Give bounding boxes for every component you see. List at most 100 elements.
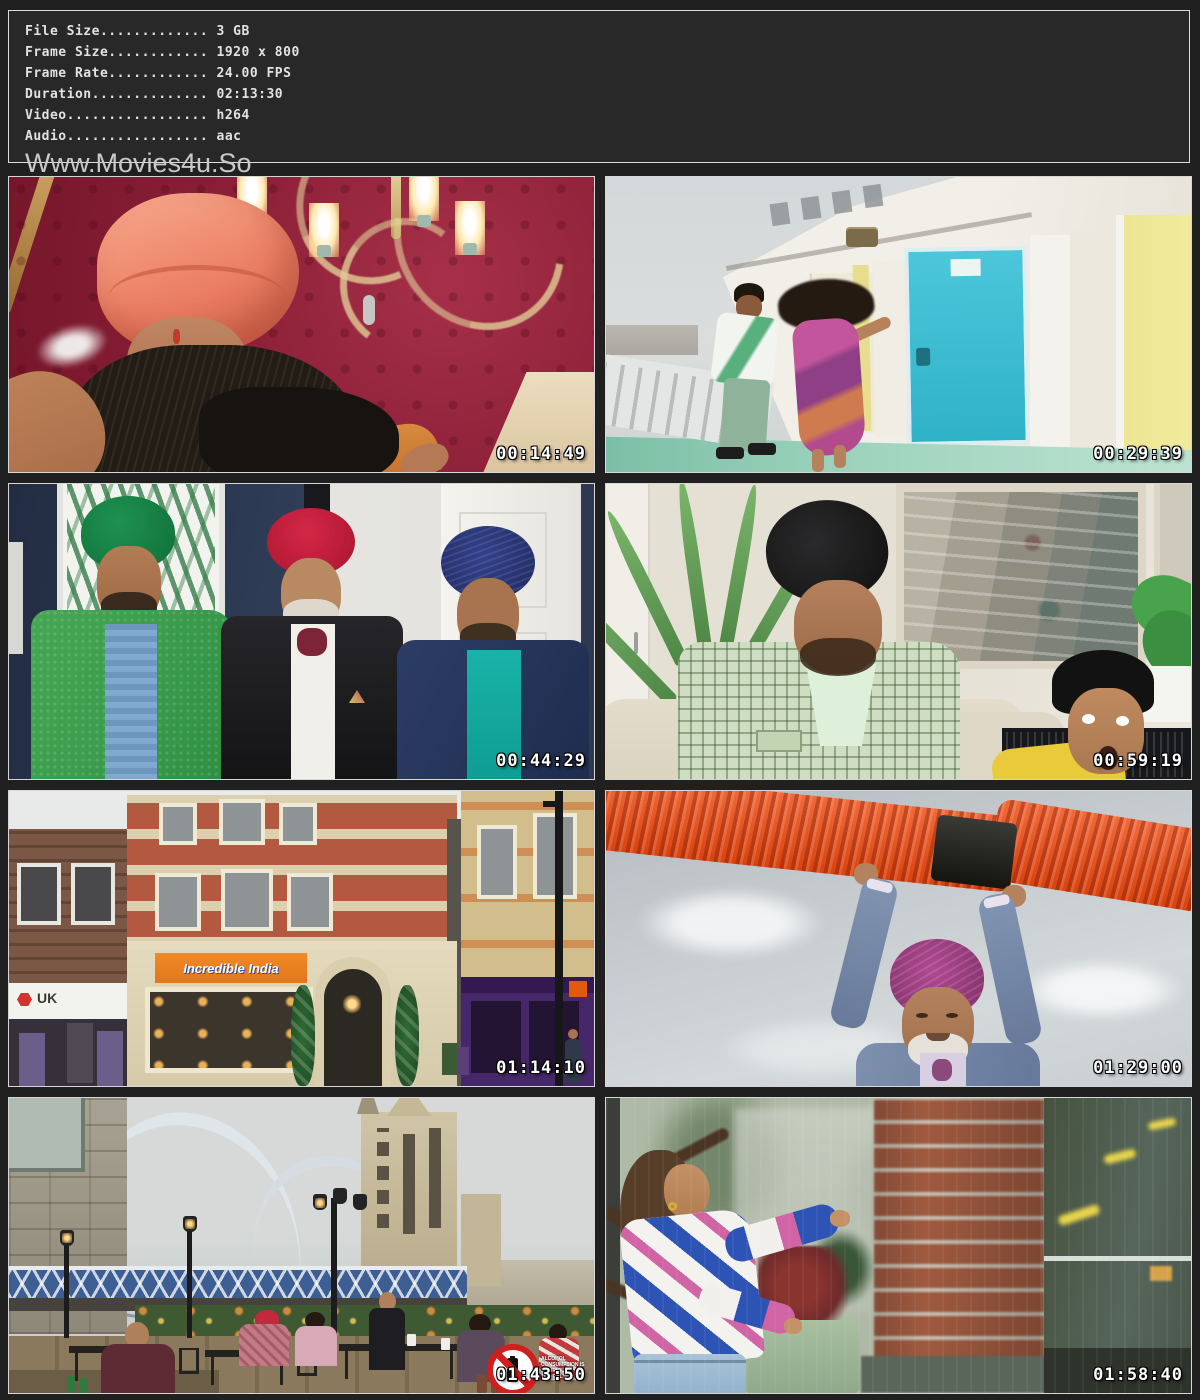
purple-bin-shape (457, 1047, 469, 1075)
shop-window-shape (145, 987, 313, 1073)
coffee-cup-shape (407, 1334, 416, 1346)
distant-town-shape (606, 325, 698, 355)
track-jacket-shape (710, 311, 780, 388)
media-info-panel: File Size............. 3 GB Frame Size..… (8, 10, 1190, 163)
window-shape (71, 863, 115, 925)
arched-doorway-shape (315, 957, 391, 1086)
doorway-chandelier-glow (343, 995, 361, 1013)
timestamp-overlay: 00:29:39 (1093, 444, 1183, 464)
video-codec-line: Video................. h264 (25, 105, 1189, 126)
turquoise-door-shape (904, 246, 1029, 446)
blue-shirt-shape (105, 624, 157, 780)
file-size-line: File Size............. 3 GB (25, 21, 1189, 42)
lantern-glow (185, 1219, 195, 1229)
face-shape (794, 580, 882, 674)
video-screenshot-5: UK Incredible India (8, 790, 595, 1087)
bank-sign-text: UK (37, 990, 57, 1006)
timestamp-overlay: 01:58:40 (1093, 1365, 1183, 1385)
cornice-shape (127, 941, 457, 949)
brown-boots-shape (477, 1374, 487, 1393)
balcony-slot-shape (801, 196, 822, 220)
timestamp-overlay: 01:43:50 (496, 1365, 586, 1385)
tower-gable-shape (387, 1097, 431, 1116)
glass-building-corner-shape (9, 1098, 85, 1172)
timestamp-overlay: 01:14:10 (496, 1058, 586, 1078)
chandelier-crystal-shape (363, 295, 375, 325)
waiter-vest-shape (369, 1308, 405, 1370)
woman-legs-shape (812, 449, 824, 472)
cafe-chair-shape (179, 1348, 199, 1374)
tower-bridge-tower-shape (361, 1112, 457, 1292)
timestamp-overlay: 00:59:19 (1093, 751, 1183, 771)
lantern-glow (315, 1198, 325, 1208)
cravat-shape (297, 628, 327, 656)
frame-size-line: Frame Size............ 1920 x 800 (25, 42, 1189, 63)
beard-shape (199, 387, 399, 473)
candle-cup-shape (417, 215, 431, 227)
window-shape (159, 803, 197, 845)
motion-blur-overlay (606, 1098, 1191, 1393)
window-shape (155, 873, 201, 931)
candle-cup-shape (317, 245, 331, 257)
timestamp-overlay: 01:29:00 (1093, 1058, 1183, 1078)
green-bottles-shape (67, 1376, 75, 1393)
coffee-cup-shape (441, 1338, 450, 1350)
window-shape (287, 873, 333, 931)
lamppost-shape (331, 1198, 337, 1338)
cloud-shape (636, 887, 826, 959)
left-storefront-shape (9, 1019, 127, 1086)
orange-logo-shape (569, 981, 587, 997)
video-screenshot-3: 00:44:29 (8, 483, 595, 780)
lamppost-shape (64, 1238, 69, 1338)
pipe-collar-shape (930, 814, 1017, 889)
face-white-beard-shape (902, 987, 974, 1063)
bridge-deck-shape (9, 1266, 467, 1298)
magenta-dress-shape (791, 317, 866, 457)
timestamp-overlay: 00:14:49 (496, 444, 586, 464)
video-screenshot-6: 01:29:00 (605, 790, 1192, 1087)
suit-arm-shape (828, 875, 900, 1031)
duration-line: Duration.............. 02:13:30 (25, 84, 1189, 105)
window-shape (221, 869, 273, 931)
wall-pillar-shape (1070, 231, 1116, 472)
suit-pocket-shape (756, 730, 802, 752)
video-screenshot-4: 00:59:19 (605, 483, 1192, 780)
video-screenshot-7: ALCOHOL CONSUMPTION IS INJURIOUS TO HEAL… (8, 1097, 595, 1394)
sneaker-shape (716, 447, 744, 459)
balcony-slot-shape (863, 184, 884, 208)
gold-frame-shape (8, 176, 59, 313)
frame-rate-line: Frame Rate............ 24.00 FPS (25, 63, 1189, 84)
topiary-shape (395, 985, 419, 1086)
small-frame-shape (9, 542, 23, 654)
site-watermark: Www.Movies4u.So (25, 148, 1189, 178)
plant-leaf-shape (718, 483, 761, 653)
audio-codec-line: Audio................. aac (25, 126, 1189, 147)
restaurant-sign: Incredible India (155, 953, 307, 983)
cravat-shape (932, 1059, 952, 1081)
topiary-shape (291, 985, 315, 1086)
smoke-puff-shape (31, 316, 113, 376)
plaid-jacket-man-shape (239, 1324, 289, 1366)
screenshot-grid: 00:14:49 (8, 176, 1192, 1394)
candle-cup-shape (463, 243, 477, 255)
window-shape (17, 863, 61, 925)
window-shape (219, 799, 265, 845)
window-shape (477, 825, 517, 899)
pink-top-woman-shape (295, 1326, 337, 1366)
screenshots-preview-page: File Size............. 3 GB Frame Size..… (0, 0, 1200, 1400)
lantern-glow (62, 1233, 72, 1243)
wall-pillar-shape (1030, 235, 1070, 472)
bridge-side-tower-shape (461, 1194, 501, 1286)
window-shape (279, 803, 317, 845)
green-pants-shape (720, 377, 771, 452)
wall-lamp-shape (846, 227, 878, 247)
lamppost-shape (555, 791, 563, 1086)
balcony-slot-shape (832, 190, 853, 214)
lamppost-shape (187, 1224, 192, 1338)
timestamp-overlay: 00:44:29 (496, 751, 586, 771)
maroon-sweater-man-shape (101, 1344, 175, 1393)
cloud-shape (1016, 959, 1186, 1021)
video-screenshot-1: 00:14:49 (8, 176, 595, 473)
video-screenshot-2: 00:29:39 (605, 176, 1192, 473)
video-screenshot-8: 01:58:40 (605, 1097, 1192, 1394)
